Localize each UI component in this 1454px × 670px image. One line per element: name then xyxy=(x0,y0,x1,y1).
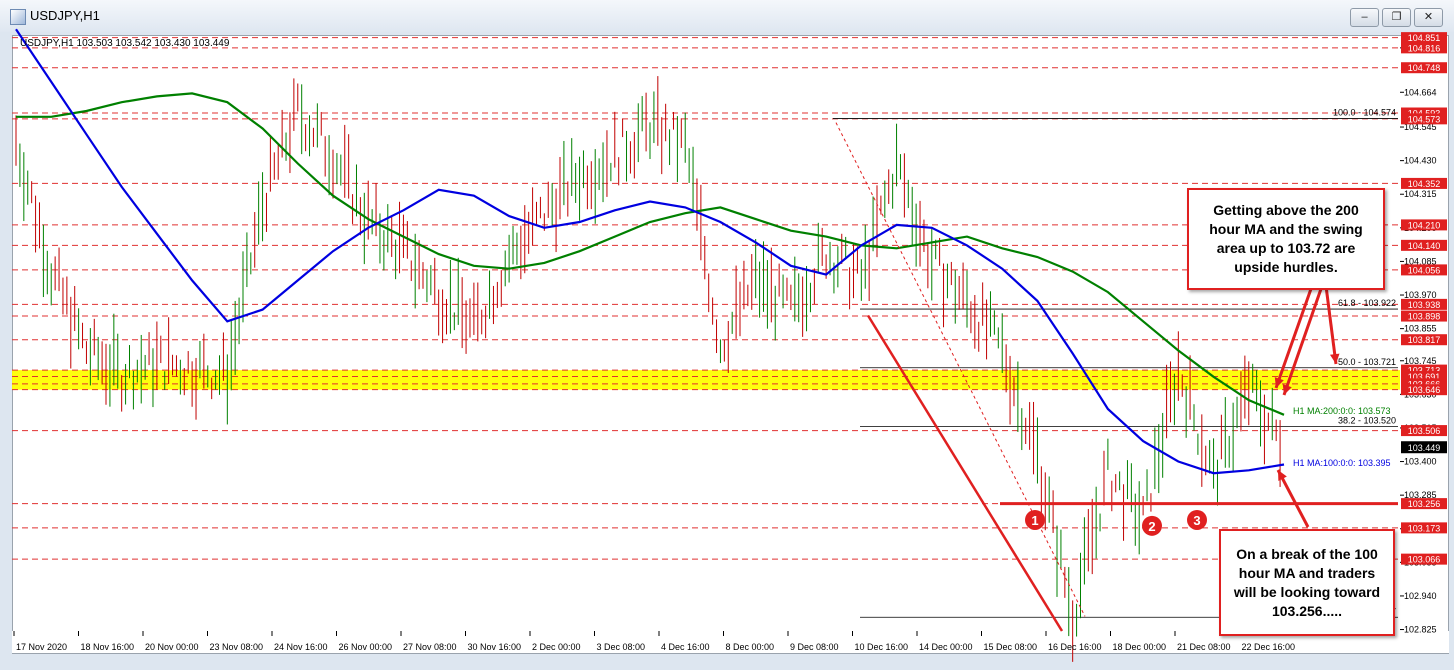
x-tick-label: 21 Dec 08:00 xyxy=(1177,642,1231,652)
y-tick-label: 103.400 xyxy=(1404,457,1437,467)
x-tick-label: 4 Dec 16:00 xyxy=(661,642,710,652)
fib-level-label: 50.0 - 103.721 xyxy=(1338,357,1396,367)
price-tag-label: 103.898 xyxy=(1408,312,1441,322)
y-tick-label: 104.430 xyxy=(1404,156,1437,166)
callout-downside-target: On a break of the 100 hour MA and trader… xyxy=(1219,529,1395,636)
x-tick-label: 22 Dec 16:00 xyxy=(1242,642,1296,652)
y-tick-label: 104.315 xyxy=(1404,189,1437,199)
y-tick-label: 103.855 xyxy=(1404,324,1437,334)
support-zone xyxy=(12,370,1400,390)
fib-level-label: 38.2 - 103.520 xyxy=(1338,415,1396,425)
marker-label: 1 xyxy=(1031,513,1038,528)
x-tick-label: 23 Nov 08:00 xyxy=(210,642,264,652)
current-price-label: 103.449 xyxy=(1408,443,1441,453)
price-tag-label: 104.748 xyxy=(1408,63,1441,73)
price-tag-label: 104.573 xyxy=(1408,114,1441,124)
ma100-label: H1 MA:100:0:0: 103.395 xyxy=(1293,458,1391,468)
x-tick-label: 24 Nov 16:00 xyxy=(274,642,328,652)
price-tag-label: 103.817 xyxy=(1408,335,1441,345)
price-tag-label: 104.851 xyxy=(1408,33,1441,43)
y-tick-label: 102.825 xyxy=(1404,625,1437,635)
downtrend-line xyxy=(866,314,1064,632)
callout-upside-hurdles: Getting above the 200 hour MA and the sw… xyxy=(1187,188,1385,290)
marker-label: 2 xyxy=(1148,519,1155,534)
price-tag-label: 103.066 xyxy=(1408,555,1441,565)
arrow-to-fib50 xyxy=(1324,285,1338,365)
x-tick-label: 3 Dec 08:00 xyxy=(597,642,646,652)
x-tick-label: 10 Dec 16:00 xyxy=(855,642,909,652)
price-tag-label: 104.140 xyxy=(1408,241,1441,251)
x-tick-label: 16 Dec 16:00 xyxy=(1048,642,1102,652)
price-tag-label: 103.938 xyxy=(1408,300,1441,310)
x-tick-label: 26 Nov 00:00 xyxy=(339,642,393,652)
fib-level-label: 61.8 - 103.922 xyxy=(1338,298,1396,308)
price-tag-label: 104.056 xyxy=(1408,265,1441,275)
price-tag-label: 103.646 xyxy=(1408,385,1441,395)
x-tick-label: 18 Dec 00:00 xyxy=(1113,642,1167,652)
ma200-label: H1 MA:200:0:0: 103.573 xyxy=(1293,406,1391,416)
chart-header: USDJPY,H1 103.503 103.542 103.430 103.44… xyxy=(20,38,230,49)
price-tag-label: 103.256 xyxy=(1408,499,1441,509)
x-tick-label: 17 Nov 2020 xyxy=(16,642,67,652)
y-tick-label: 102.940 xyxy=(1404,591,1437,601)
price-tag-label: 104.352 xyxy=(1408,179,1441,189)
x-tick-label: 14 Dec 00:00 xyxy=(919,642,973,652)
marker-label: 3 xyxy=(1193,513,1200,528)
x-tick-label: 20 Nov 00:00 xyxy=(145,642,199,652)
y-tick-label: 103.970 xyxy=(1404,290,1437,300)
x-tick-label: 15 Dec 08:00 xyxy=(984,642,1038,652)
price-tag-label: 104.816 xyxy=(1408,43,1441,53)
x-tick-label: 27 Nov 08:00 xyxy=(403,642,457,652)
x-tick-label: 2 Dec 00:00 xyxy=(532,642,581,652)
price-tag-label: 103.173 xyxy=(1408,523,1441,533)
fib-diagonal-line xyxy=(835,122,1086,617)
y-tick-label: 104.664 xyxy=(1404,87,1437,97)
x-tick-label: 8 Dec 00:00 xyxy=(726,642,775,652)
price-tag-label: 104.210 xyxy=(1408,220,1441,230)
y-tick-label: 103.745 xyxy=(1404,356,1437,366)
x-tick-label: 9 Dec 08:00 xyxy=(790,642,839,652)
x-tick-label: 18 Nov 16:00 xyxy=(81,642,135,652)
price-tag-label: 103.506 xyxy=(1408,426,1441,436)
fib-level-label: 100.0 - 104.574 xyxy=(1333,108,1396,118)
x-tick-label: 30 Nov 16:00 xyxy=(468,642,522,652)
